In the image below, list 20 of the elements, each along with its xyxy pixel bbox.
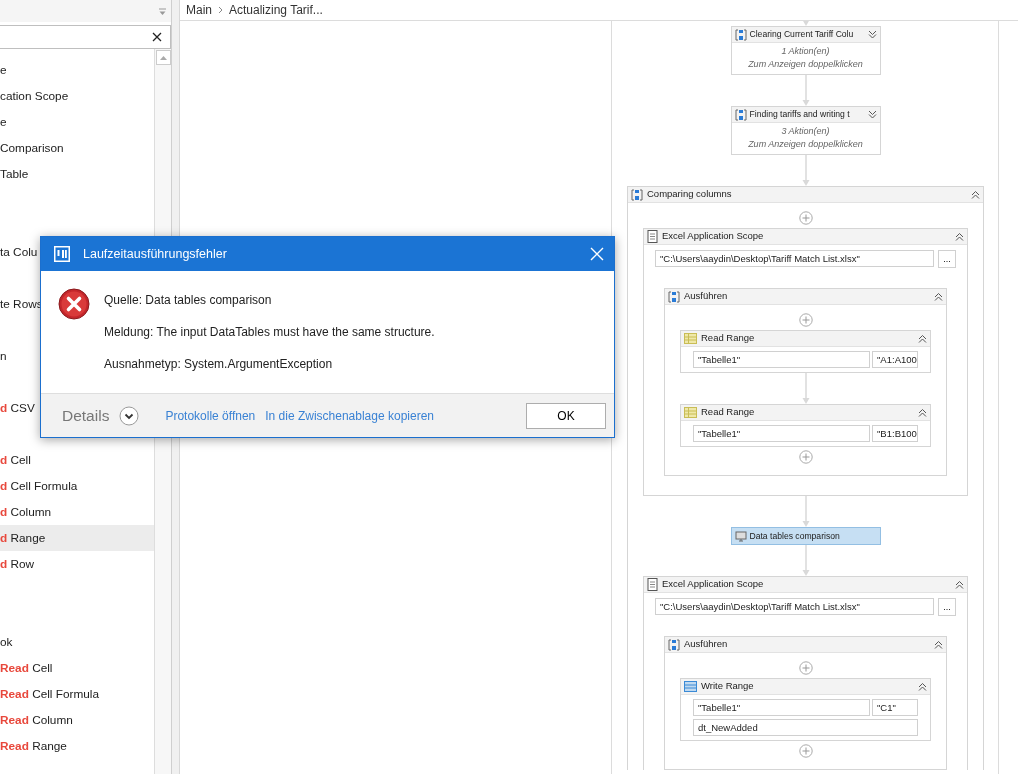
activity-title: Excel Application Scope (662, 577, 765, 592)
activity-title: Finding tariffs and writing t (749, 108, 851, 121)
error-message: Meldung: The input DataTables must have the same structure. (104, 324, 435, 340)
activity-title: Data tables comparison (749, 529, 841, 543)
activity-title: Clearing Current Tariff Colu (749, 28, 855, 41)
error-message: Ausnahmetyp: System.ArgumentException (104, 356, 334, 372)
details-label: Details (62, 405, 110, 426)
activity-title: Read Range (701, 331, 756, 346)
summary-text: Zum Anzeigen doppelklicken (747, 58, 864, 71)
activity-title: Ausführen (684, 289, 729, 304)
activity-title: Excel Application Scope (662, 229, 765, 244)
dialog-title: Laufzeitausführungsfehler (83, 245, 228, 263)
activity-title: Ausführen (684, 637, 729, 652)
activity-title: Read Range (701, 405, 756, 420)
summary-text: Zum Anzeigen doppelklicken (747, 138, 864, 151)
activity-title: Write Range (701, 679, 755, 694)
error-message: Quelle: Data tables comparison (104, 292, 273, 308)
summary-text: 1 Aktion(en) (780, 45, 831, 58)
summary-text: 3 Aktion(en) (780, 125, 831, 138)
activity-title: Comparing columns (647, 187, 733, 202)
